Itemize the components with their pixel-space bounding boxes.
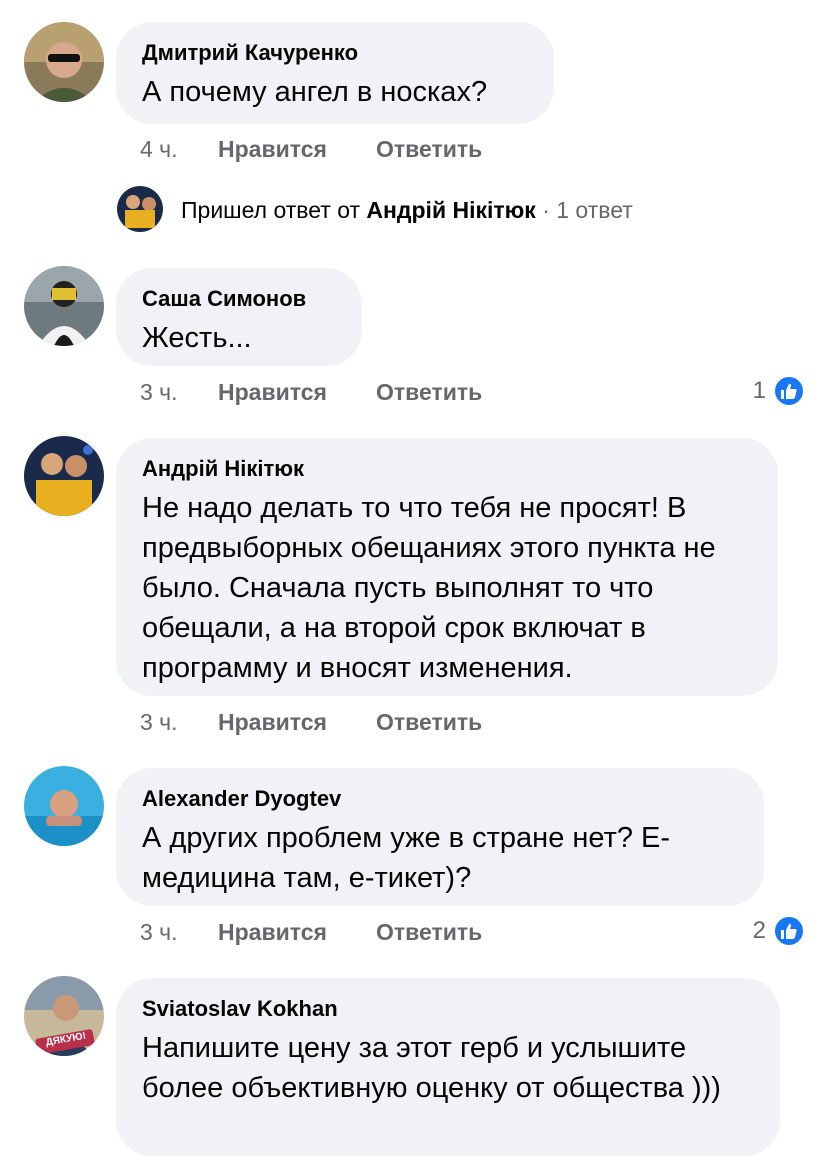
- comment-bubble: Alexander Dyogtev А других проблем уже в…: [116, 768, 764, 906]
- reply-button[interactable]: Ответить: [376, 377, 482, 407]
- reaction-count: 1: [752, 377, 766, 404]
- avatar-image: [24, 266, 104, 346]
- avatar[interactable]: [24, 766, 104, 846]
- reply-button[interactable]: Ответить: [376, 707, 482, 737]
- thumbs-up-icon: [772, 914, 806, 948]
- comment-bubble: Андрій Нікітюк Не надо делать то что теб…: [116, 438, 778, 696]
- comment-bubble: Саша Симонов Жесть...: [116, 268, 362, 366]
- comment-text: Напишите цену за этот герб и услышите бо…: [142, 1032, 721, 1104]
- comment-author[interactable]: Саша Симонов: [142, 286, 336, 312]
- like-button[interactable]: Нравится: [218, 917, 327, 947]
- reply-prefix: Пришел ответ от: [181, 197, 361, 223]
- comment-bubble: Дмитрий Качуренко А почему ангел в носка…: [116, 22, 554, 124]
- comment-author[interactable]: Дмитрий Качуренко: [142, 40, 528, 66]
- like-button[interactable]: Нравится: [218, 707, 327, 737]
- reply-summary-text[interactable]: Пришел ответ от Андрій Нікітюк · 1 ответ: [181, 195, 633, 225]
- avatar-image: [24, 766, 104, 846]
- avatar[interactable]: ДЯКУЮ!: [24, 976, 104, 1056]
- comment-time[interactable]: 3 ч.: [140, 707, 178, 737]
- avatar-image: [117, 186, 163, 232]
- like-button[interactable]: Нравится: [218, 134, 327, 164]
- like-button[interactable]: Нравится: [218, 377, 327, 407]
- reaction-count: 2: [752, 917, 766, 944]
- comment-bubble: Sviatoslav Kokhan Напишите цену за этот …: [116, 978, 780, 1156]
- comment-text: Не надо делать то что тебя не просят! В …: [142, 492, 724, 684]
- avatar[interactable]: [24, 436, 104, 516]
- comment-author[interactable]: Андрій Нікітюк: [142, 456, 752, 482]
- reaction-summary[interactable]: 2: [720, 914, 806, 950]
- comment-time[interactable]: 3 ч.: [140, 917, 178, 947]
- avatar[interactable]: [24, 266, 104, 346]
- comment-text: А других проблем уже в стране нет? Е-мед…: [142, 822, 671, 894]
- thumbs-up-icon: [772, 374, 806, 408]
- comment-time[interactable]: 4 ч.: [140, 134, 178, 164]
- comment-text: А почему ангел в носках?: [142, 76, 488, 108]
- reaction-summary[interactable]: 1: [720, 374, 806, 410]
- comment-actions: 3 ч. Нравится Ответить: [140, 917, 540, 947]
- comment-author[interactable]: Alexander Dyogtev: [142, 786, 738, 812]
- avatar[interactable]: [24, 22, 104, 102]
- reply-button[interactable]: Ответить: [376, 917, 482, 947]
- reply-count: · 1 ответ: [542, 197, 633, 223]
- comment-actions: 4 ч. Нравится Ответить: [140, 134, 540, 164]
- comment-time[interactable]: 3 ч.: [140, 377, 178, 407]
- avatar-image: [24, 22, 104, 102]
- comment-actions: 3 ч. Нравится Ответить: [140, 377, 540, 407]
- reply-author: Андрій Нікітюк: [366, 197, 536, 223]
- reply-button[interactable]: Ответить: [376, 134, 482, 164]
- avatar-image: [24, 436, 104, 516]
- comment-author[interactable]: Sviatoslav Kokhan: [142, 996, 754, 1022]
- comment-text: Жесть...: [142, 322, 252, 354]
- reply-avatar: [117, 186, 163, 232]
- comment-actions: 3 ч. Нравится Ответить: [140, 707, 540, 737]
